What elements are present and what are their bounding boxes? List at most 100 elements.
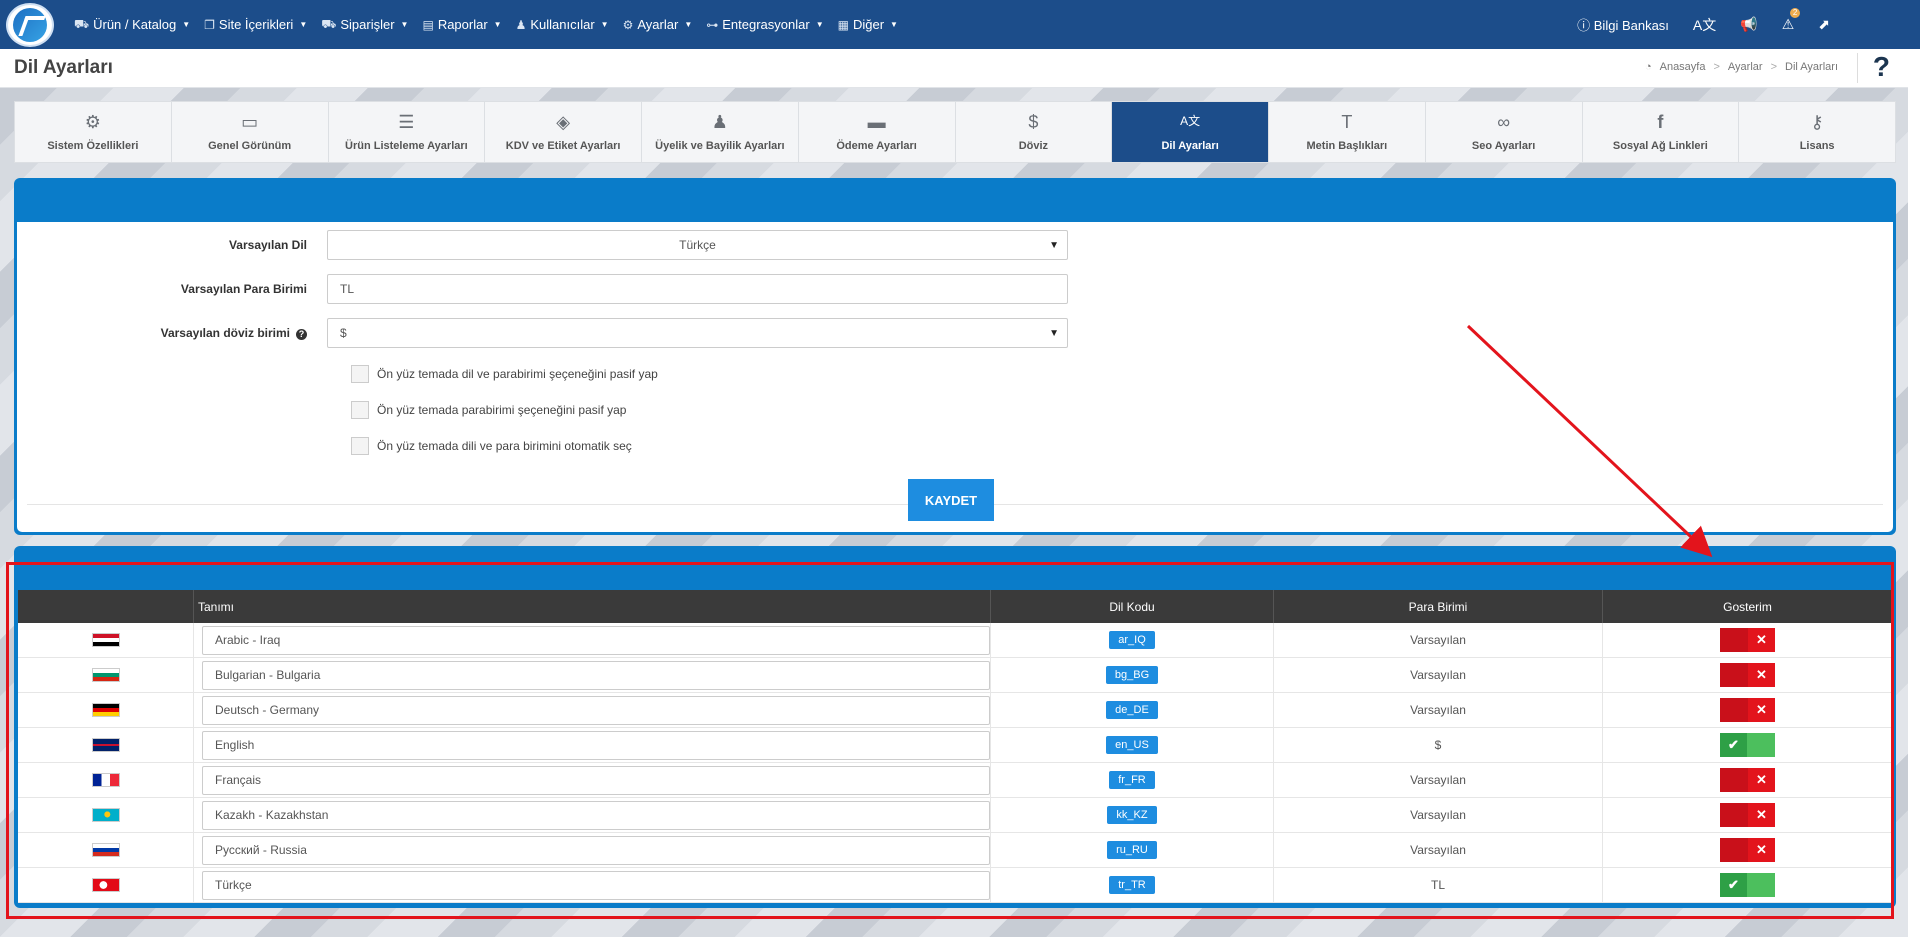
external-link-button[interactable]: ⬈ bbox=[1818, 16, 1830, 33]
language-name-input[interactable]: Arabic - Iraq bbox=[202, 625, 990, 655]
tab-seo[interactable]: ∞ Seo Ayarları bbox=[1426, 102, 1583, 162]
tab-doviz[interactable]: $ Döviz bbox=[956, 102, 1113, 162]
link-icon: ∞ bbox=[1497, 112, 1511, 132]
page-title: Dil Ayarları bbox=[14, 57, 113, 78]
top-navbar: ⛟ Ürün / Katalog ▼ ❐ Site İçerikleri ▼ ⛟ Sipa… bbox=[0, 0, 1920, 49]
list-icon: ☰ bbox=[398, 112, 415, 132]
caret-down-icon: ▼ bbox=[400, 20, 409, 29]
display-toggle[interactable]: ✕ bbox=[1720, 628, 1775, 652]
menu-diger[interactable]: ▦ Diğer ▼ bbox=[838, 17, 898, 33]
times-icon: ✕ bbox=[1748, 628, 1775, 652]
language-settings-panel: Varsayılan Dil Türkçe ▼ Varsayılan Para B… bbox=[14, 178, 1896, 535]
currency-value: Varsayılan bbox=[1410, 703, 1466, 717]
display-toggle[interactable]: ✕ bbox=[1720, 663, 1775, 687]
caret-down-icon: ▼ bbox=[299, 20, 308, 29]
times-icon: ✕ bbox=[1748, 663, 1775, 687]
table-row: Русский - Russia ru_RU Varsayılan ✕ bbox=[18, 833, 1892, 868]
language-name-input[interactable]: Türkçe bbox=[202, 870, 990, 900]
brand-logo[interactable] bbox=[6, 2, 54, 47]
disable-lang-currency-checkbox[interactable] bbox=[351, 365, 369, 383]
language-code-badge: en_US bbox=[1106, 736, 1158, 754]
tab-genel-gorunum[interactable]: ▭ Genel Görünüm bbox=[172, 102, 329, 162]
menu-raporlar[interactable]: ▤ Raporlar ▼ bbox=[422, 17, 501, 33]
save-button[interactable]: KAYDET bbox=[908, 479, 994, 521]
times-icon: ✕ bbox=[1748, 803, 1775, 827]
tab-uyelik-bayilik[interactable]: ♟ Üyelik ve Bayilik Ayarları bbox=[642, 102, 799, 162]
menu-kullanicilar[interactable]: ♟ Kullanıcılar ▼ bbox=[516, 17, 609, 33]
currency-value: Varsayılan bbox=[1410, 843, 1466, 857]
caret-down-icon: ▼ bbox=[890, 20, 898, 29]
caret-down-icon: ▼ bbox=[493, 20, 502, 29]
language-button[interactable]: A文 bbox=[1693, 15, 1716, 35]
tab-metin-basliklari[interactable]: T Metin Başlıkları bbox=[1269, 102, 1426, 162]
main-menu: ⛟ Ürün / Katalog ▼ ❐ Site İçerikleri ▼ ⛟ Sipa… bbox=[74, 17, 898, 33]
language-code-badge: ru_RU bbox=[1107, 841, 1157, 859]
help-icon[interactable]: ? bbox=[1873, 51, 1890, 83]
display-toggle[interactable]: ✕ bbox=[1720, 838, 1775, 862]
language-code-badge: kk_KZ bbox=[1107, 806, 1157, 824]
breadcrumb-current: Dil Ayarları bbox=[1785, 61, 1838, 73]
tab-kdv-etiket[interactable]: ◈ KDV ve Etiket Ayarları bbox=[485, 102, 642, 162]
facebook-icon: f bbox=[1657, 112, 1664, 132]
language-name-input[interactable]: Kazakh - Kazakhstan bbox=[202, 800, 990, 830]
table-row: Deutsch - Germany de_DE Varsayılan ✕ bbox=[18, 693, 1892, 728]
checkbox-row-3: Ön yüz temada dili ve para birimini otom… bbox=[351, 437, 632, 455]
tags-icon: ◈ bbox=[556, 112, 571, 132]
question-circle-icon[interactable]: ? bbox=[296, 329, 307, 340]
iraq-flag-icon bbox=[92, 633, 120, 647]
tab-lisans[interactable]: ⚷ Lisans bbox=[1739, 102, 1895, 162]
tab-odeme[interactable]: ▬ Ödeme Ayarları bbox=[799, 102, 956, 162]
breadcrumb-home[interactable]: Anasayfa bbox=[1660, 61, 1706, 73]
warning-icon: ⚠ bbox=[1781, 16, 1795, 32]
breadcrumb-settings[interactable]: Ayarlar bbox=[1728, 61, 1763, 73]
external-link-icon: ⬈ bbox=[1818, 16, 1830, 32]
tab-dil-ayarlari[interactable]: A文 Dil Ayarları bbox=[1112, 102, 1269, 162]
bullhorn-icon: 📢 bbox=[1740, 16, 1758, 32]
alerts-button[interactable]: ⚠ 2 bbox=[1781, 8, 1801, 33]
dashboard-icon: ◔ bbox=[1644, 61, 1652, 73]
menu-urun-katalog[interactable]: ⛟ Ürün / Katalog ▼ bbox=[74, 17, 190, 33]
settings-tabs: ⚙ Sistem Özellikleri ▭ Genel Görünüm ☰ Ürün… bbox=[14, 101, 1896, 163]
language-name-input[interactable]: Deutsch - Germany bbox=[202, 695, 990, 725]
sitemap-icon: ⊶ bbox=[706, 17, 719, 32]
tab-urun-listeleme[interactable]: ☰ Ürün Listeleme Ayarları bbox=[329, 102, 486, 162]
language-icon: A文 bbox=[1180, 114, 1201, 128]
auto-select-checkbox[interactable] bbox=[351, 437, 369, 455]
display-toggle[interactable]: ✔ bbox=[1720, 733, 1775, 757]
menu-ayarlar[interactable]: ⚙ Ayarlar ▼ bbox=[623, 17, 693, 33]
language-icon: A文 bbox=[1692, 16, 1717, 33]
page-header: Dil Ayarları ◔ Anasayfa > Ayarlar > Dil … bbox=[0, 49, 1908, 88]
table-row: English en_US $ ✔ bbox=[18, 728, 1892, 763]
alerts-badge: 2 bbox=[1789, 8, 1801, 18]
top-right-nav: ⓘ Bilgi Bankası A文 📢 ⚠ 2 ⬈ bbox=[1577, 0, 1830, 49]
menu-entegrasyonlar[interactable]: ⊶ Entegrasyonlar ▼ bbox=[706, 17, 823, 33]
truck-icon: ⛟ bbox=[74, 16, 90, 31]
language-name-input[interactable]: English bbox=[202, 730, 990, 760]
language-name-input[interactable]: Bulgarian - Bulgaria bbox=[202, 660, 990, 690]
display-toggle[interactable]: ✕ bbox=[1720, 698, 1775, 722]
disable-currency-checkbox[interactable] bbox=[351, 401, 369, 419]
chevron-down-icon: ▼ bbox=[1049, 327, 1059, 339]
breadcrumb: ◔ Anasayfa > Ayarlar > Dil Ayarları bbox=[1645, 61, 1838, 73]
display-toggle[interactable]: ✔ bbox=[1720, 873, 1775, 897]
language-name-input[interactable]: Français bbox=[202, 765, 990, 795]
info-icon: ⓘ bbox=[1577, 18, 1591, 33]
tab-sistem-ozellikleri[interactable]: ⚙ Sistem Özellikleri bbox=[15, 102, 172, 162]
display-toggle[interactable]: ✕ bbox=[1720, 803, 1775, 827]
announcements-button[interactable]: 📢 bbox=[1740, 16, 1757, 33]
breadcrumb-separator: > bbox=[1713, 61, 1720, 73]
menu-siparisler[interactable]: ⛟ Siparişler ▼ bbox=[321, 17, 408, 33]
default-exchange-select[interactable]: $ ▼ bbox=[327, 318, 1068, 348]
times-icon: ✕ bbox=[1748, 838, 1775, 862]
default-language-select[interactable]: Türkçe ▼ bbox=[327, 230, 1068, 260]
menu-site-icerikleri[interactable]: ❐ Site İçerikleri ▼ bbox=[204, 17, 307, 33]
default-currency-input[interactable]: TL bbox=[327, 274, 1068, 304]
tab-sosyal-ag[interactable]: f Sosyal Ağ Linkleri bbox=[1583, 102, 1740, 162]
knowledge-base-link[interactable]: ⓘ Bilgi Bankası bbox=[1577, 15, 1669, 34]
language-code-badge: ar_IQ bbox=[1109, 631, 1155, 649]
caret-down-icon: ▼ bbox=[684, 20, 693, 29]
display-toggle[interactable]: ✕ bbox=[1720, 768, 1775, 792]
checkbox-row-1: Ön yüz temada dil ve parabirimi şeçeneği… bbox=[351, 365, 658, 383]
table-row: Bulgarian - Bulgaria bg_BG Varsayılan ✕ bbox=[18, 658, 1892, 693]
language-name-input[interactable]: Русский - Russia bbox=[202, 835, 990, 865]
